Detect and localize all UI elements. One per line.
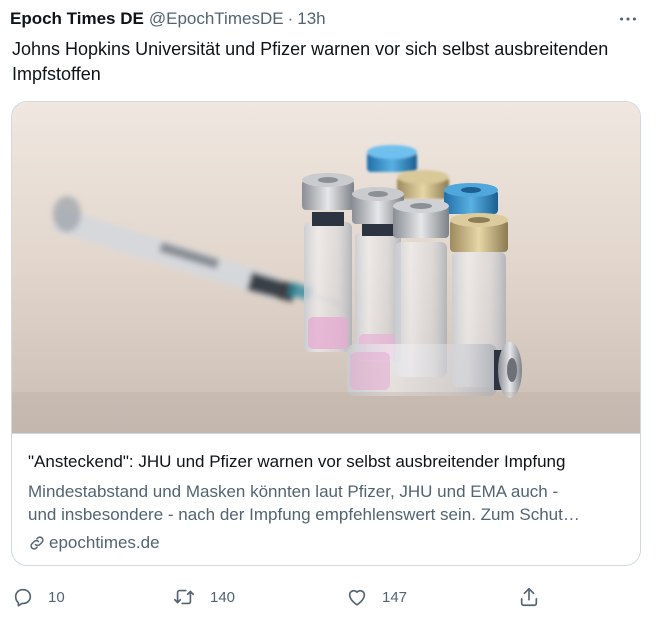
more-icon[interactable] [613, 6, 643, 32]
share-icon [520, 587, 538, 607]
author-handle[interactable]: @EpochTimesDE [149, 9, 284, 29]
separator: · [287, 9, 294, 28]
link-icon [30, 536, 44, 550]
tweet-actions: 10 140 147 [0, 580, 661, 614]
retweet-button[interactable]: 140 [172, 580, 235, 614]
like-button[interactable]: 147 [346, 580, 407, 614]
like-count: 147 [382, 588, 408, 606]
share-button[interactable] [518, 580, 540, 614]
card-domain: epochtimes.de [28, 533, 624, 553]
tweet-time[interactable]: 13h [297, 9, 325, 29]
card-description-line-2: und insbesondere - nach der Impfung empf… [28, 505, 580, 524]
reply-button[interactable]: 10 [12, 580, 65, 614]
card-domain-text: epochtimes.de [49, 533, 160, 552]
retweet-icon [174, 589, 194, 605]
tweet-text: Johns Hopkins Universität und Pfizer war… [12, 39, 609, 84]
author-name[interactable]: Epoch Times DE [10, 9, 144, 29]
retweet-count: 140 [210, 588, 236, 606]
vaccine-vials-image [12, 102, 640, 433]
card-title: "Ansteckend": JHU und Pfizer warnen vor … [28, 452, 566, 471]
link-card[interactable]: "Ansteckend": JHU und Pfizer warnen vor … [11, 101, 641, 566]
reply-icon [14, 588, 32, 607]
card-description-line-1: Mindestabstand und Masken könnten laut P… [28, 482, 559, 501]
card-description: Mindestabstand und Masken könnten laut P… [28, 480, 624, 526]
tweet-header: Epoch Times DE @EpochTimesDE · 13h [10, 6, 651, 32]
reply-count: 10 [48, 588, 65, 606]
card-image[interactable] [12, 102, 640, 434]
heart-icon [348, 589, 366, 606]
